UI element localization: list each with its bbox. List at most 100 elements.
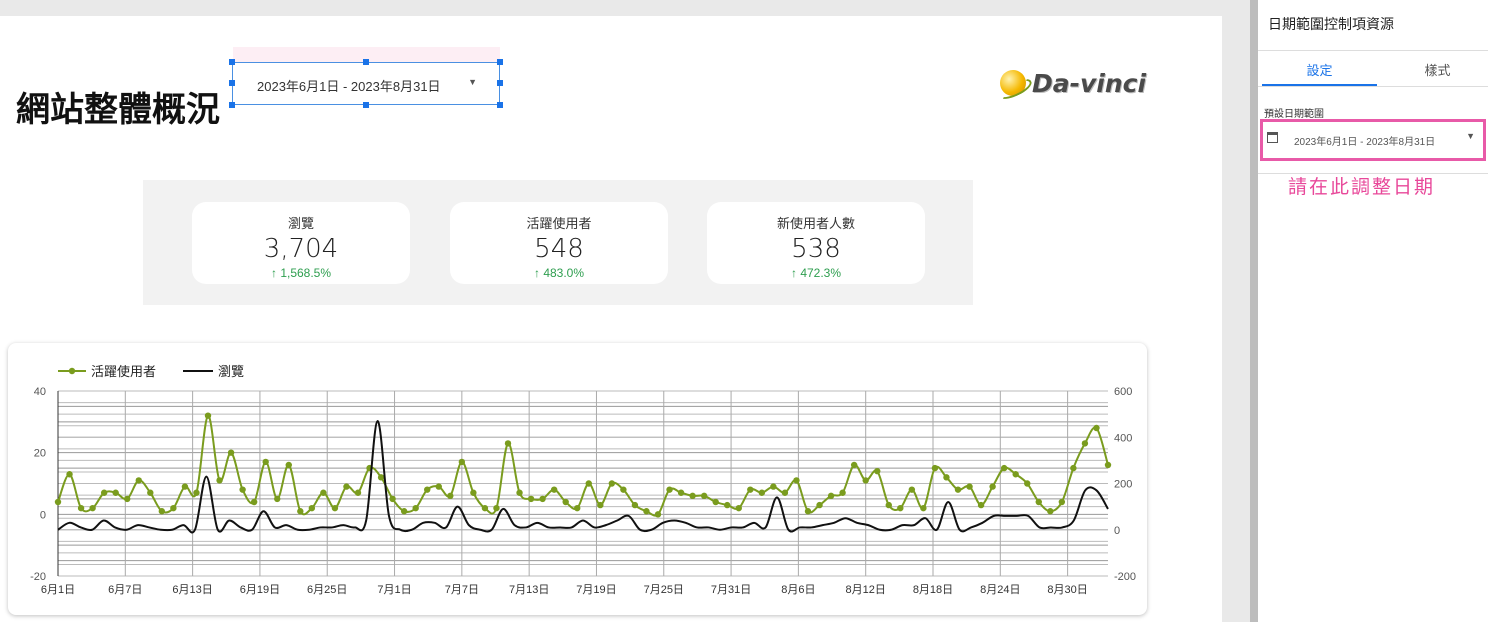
legend-label-views: 瀏覽 [218,365,244,380]
x-tick-label: 7月7日 [445,584,479,596]
y-left-tick-label: 0 [40,509,46,521]
x-tick-label: 6月19日 [240,584,280,596]
data-point [135,477,142,484]
logo-ball-icon [1000,70,1026,96]
data-point [400,508,408,515]
kpi-value: 538 [791,234,841,264]
data-point [54,498,62,506]
data-point [574,504,581,512]
data-point [1093,424,1100,432]
data-point [816,501,823,509]
kpi-delta: ↑ 1,568.5% [192,266,410,280]
date-range-text: 2023年6月1日 - 2023年8月31日 [257,79,441,94]
kpi-label: 瀏覽 [287,216,314,231]
data-point [112,489,119,496]
data-point [597,501,604,509]
kpi-panel: 瀏覽 3,704 ↑ 1,568.5% 活躍使用者 548 ↑ 483.0% 新… [143,180,973,305]
dropdown-arrow-icon: ▼ [1466,131,1475,141]
data-point [504,440,512,447]
arrow-up-icon: ↑ [270,266,281,280]
data-point [966,483,973,490]
data-point [1012,471,1019,478]
data-point [839,489,846,496]
y-right-tick-label: 0 [1114,525,1120,537]
y-left-tick-label: 40 [34,386,46,398]
resize-handle-ml[interactable] [229,80,235,86]
kpi-label: 新使用者人數 [776,216,855,231]
x-tick-label: 8月6日 [781,584,815,596]
data-point [1047,508,1054,515]
divider [1258,50,1488,51]
panel-divider[interactable] [1250,0,1258,622]
y-right-tick-label: 200 [1114,479,1132,491]
data-point [608,480,616,487]
x-tick-label: 7月25日 [644,584,684,596]
data-point [308,504,316,512]
data-point [250,498,258,506]
data-point [274,495,281,503]
data-point [850,461,858,469]
data-point [747,486,754,493]
data-point [585,480,592,487]
data-point [700,492,708,500]
data-point [631,501,639,509]
data-point [124,495,131,503]
resize-handle-mr[interactable] [497,80,503,86]
data-point [977,501,985,509]
x-tick-label: 8月24日 [980,584,1020,596]
data-point [666,486,673,493]
line-chart: 6月1日 6月7日 6月13日 6月19日 6月25日 7月1日 7月7日 7月13日 7月19… [30,364,1136,596]
data-point [712,498,719,506]
legend-marker [68,367,76,375]
data-point [1081,440,1089,447]
data-point [781,489,789,496]
x-tick-label: 7月19日 [576,584,616,596]
tab-style[interactable]: 樣式 [1380,60,1488,79]
data-point [908,486,916,493]
line-chart-card[interactable]: 6月1日 6月7日 6月13日 6月19日 6月25日 7月1日 7月7日 7月13日 7月19… [8,343,1147,615]
date-range-control[interactable]: 2023年6月1日 - 2023年8月31日 ▼ [232,62,500,105]
x-tick-label: 8月18日 [913,584,953,596]
properties-panel: 日期範圍控制項資源 設定 樣式 預設日期範圍 2023年6月1日 - 2023年… [1258,0,1488,622]
dropdown-arrow-icon: ▼ [468,77,477,87]
data-point [481,504,489,512]
x-tick-label: 7月13日 [509,584,549,596]
data-point [897,504,904,512]
kpi-delta: ↑ 472.3% [707,266,925,280]
resize-handle-bm[interactable] [363,102,369,108]
data-point [550,486,558,493]
tab-setup[interactable]: 設定 [1262,60,1377,79]
data-point [643,508,650,515]
x-tick-label: 8月30日 [1047,584,1087,596]
data-point [262,458,269,466]
data-point [862,477,869,484]
data-point [989,483,996,490]
data-point [793,477,800,484]
data-point [447,492,454,500]
data-point [331,504,339,512]
page-title: 網站整體概況 [16,90,220,130]
resize-handle-tr[interactable] [497,59,503,65]
x-tick-label: 8月12日 [846,584,886,596]
default-date-range-select[interactable]: 2023年6月1日 - 2023年8月31日 ▼ [1260,119,1486,161]
resize-handle-br[interactable] [497,102,503,108]
resize-handle-tl[interactable] [229,59,235,65]
data-point [620,486,627,493]
y-left-tick-label: -20 [30,571,46,583]
kpi-card-views[interactable]: 瀏覽 3,704 ↑ 1,568.5% [192,202,410,284]
resize-handle-tm[interactable] [363,59,369,65]
data-point [493,504,500,512]
kpi-card-new-users[interactable]: 新使用者人數 538 ↑ 472.3% [707,202,925,284]
data-point [874,467,881,475]
resize-handle-bl[interactable] [229,102,235,108]
data-point [181,483,189,490]
data-point [516,489,523,496]
data-point [343,483,350,490]
kpi-delta: ↑ 483.0% [450,266,668,280]
data-point [158,508,166,515]
data-point [216,477,223,484]
y-right-tick-label: 400 [1114,432,1132,444]
x-tick-label: 7月1日 [377,584,411,596]
data-point [239,486,246,493]
kpi-card-active-users[interactable]: 活躍使用者 548 ↑ 483.0% [450,202,668,284]
